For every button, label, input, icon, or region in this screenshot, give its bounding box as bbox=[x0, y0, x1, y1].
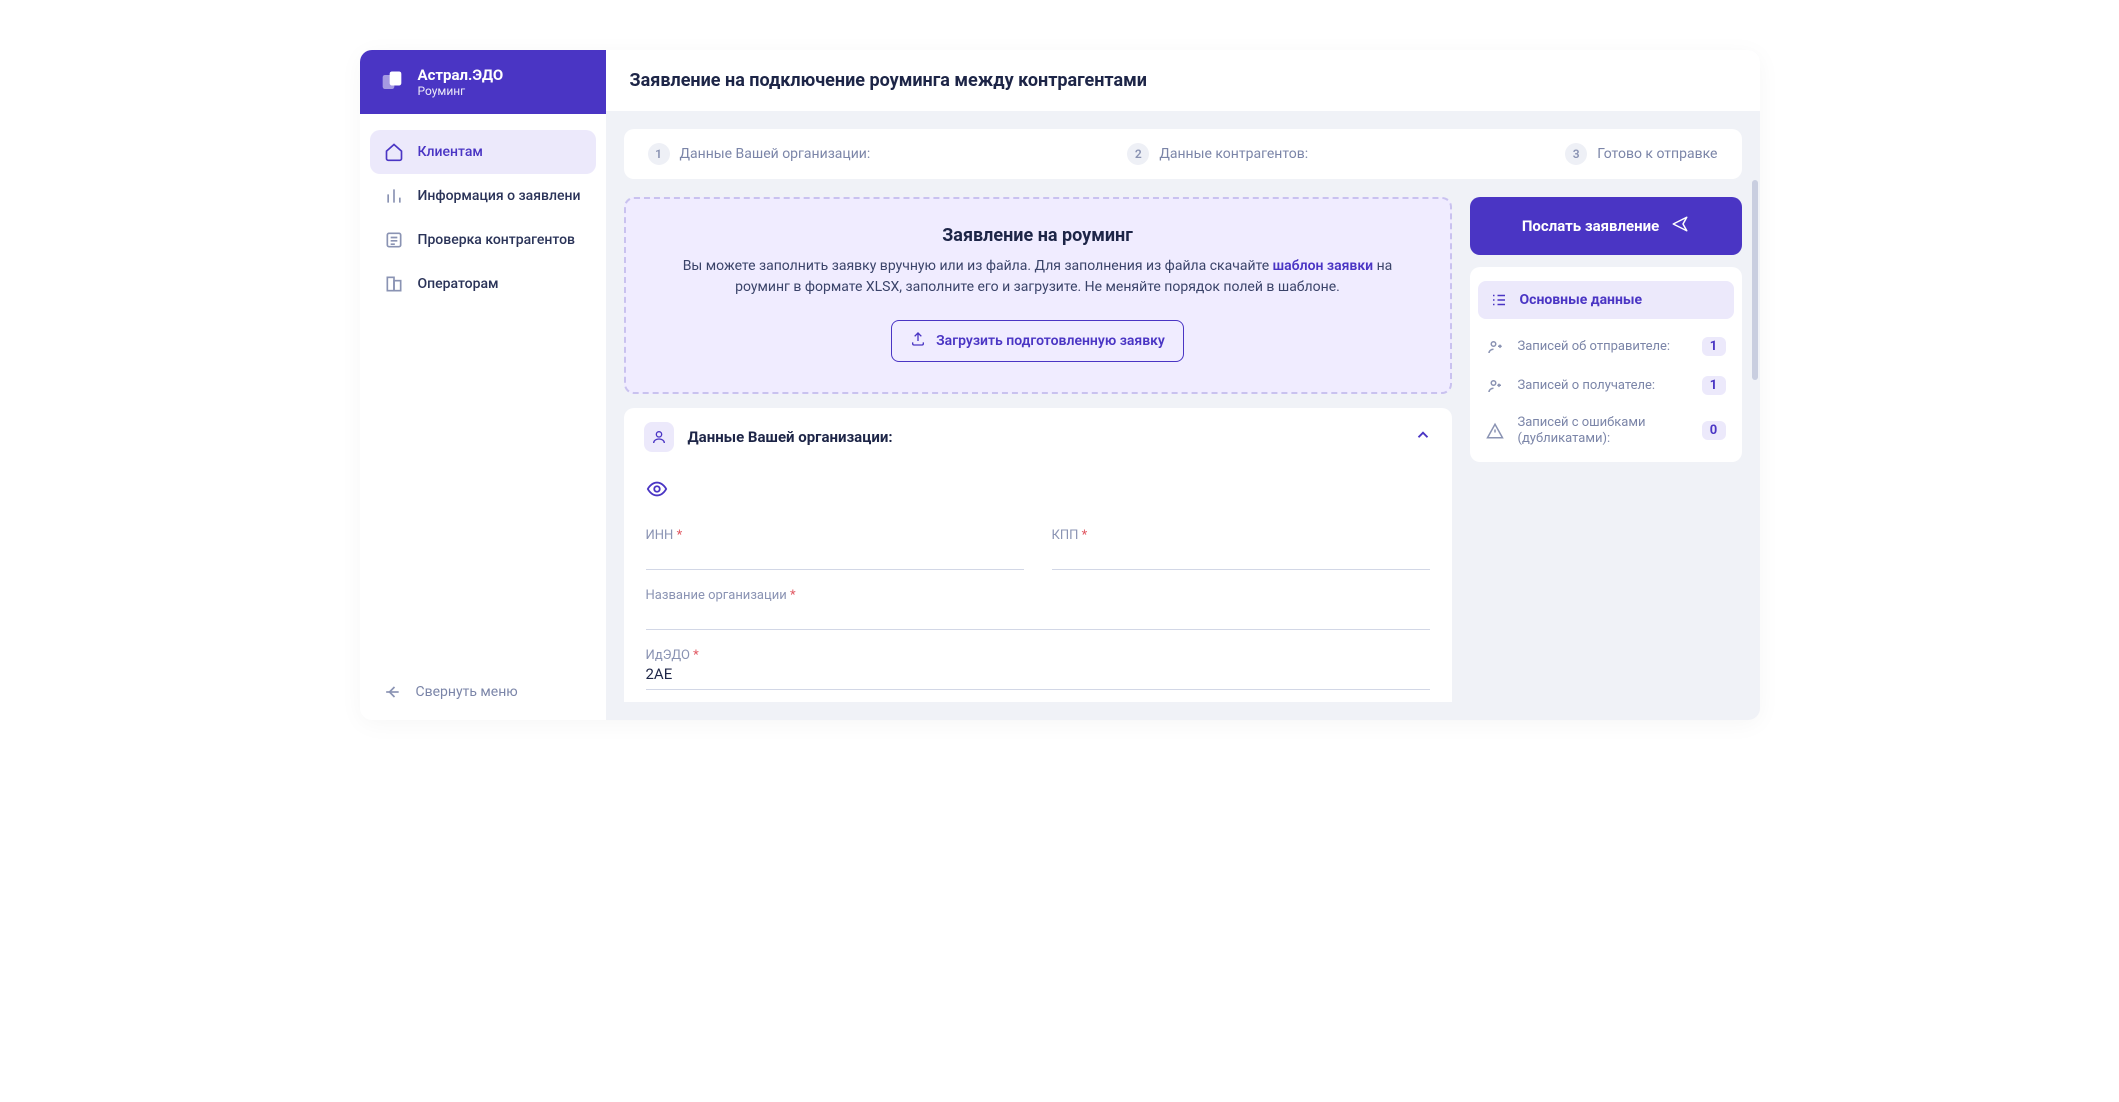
page-title: Заявление на подключение роуминга между … bbox=[606, 50, 1760, 111]
stat-label: Записей о получателе: bbox=[1518, 378, 1690, 394]
sidebar-item-label: Информация о заявлени bbox=[418, 188, 581, 204]
arrow-left-icon bbox=[382, 682, 402, 702]
orgname-input[interactable] bbox=[646, 603, 1430, 623]
roaming-info-box: Заявление на роуминг Вы можете заполнить… bbox=[624, 197, 1452, 394]
org-heading: Данные Вашей организации: bbox=[688, 428, 1400, 446]
person-out-icon bbox=[1486, 338, 1506, 356]
stat-row-sender: Записей об отправителе: 1 bbox=[1470, 327, 1742, 366]
list-icon bbox=[384, 230, 404, 250]
send-button[interactable]: Послать заявление bbox=[1470, 197, 1742, 255]
template-link[interactable]: шаблон заявки bbox=[1273, 258, 1374, 274]
inn-input[interactable] bbox=[646, 543, 1024, 563]
kpp-field[interactable]: КПП * bbox=[1052, 520, 1430, 570]
info-title: Заявление на роуминг bbox=[666, 225, 1410, 246]
person-icon bbox=[644, 422, 674, 452]
stat-label: Записей с ошибками (дубликатами): bbox=[1518, 415, 1690, 446]
upload-label: Загрузить подготовленную заявку bbox=[936, 333, 1165, 349]
brand-subtitle: Роуминг bbox=[418, 84, 504, 98]
stat-row-receiver: Записей о получателе: 1 bbox=[1470, 366, 1742, 405]
step-label: Готово к отправке bbox=[1597, 146, 1717, 162]
stats-title: Основные данные bbox=[1520, 292, 1643, 308]
stat-badge: 0 bbox=[1702, 421, 1726, 440]
stepper: 1 Данные Вашей организации: 2 Данные кон… bbox=[624, 129, 1742, 179]
step-label: Данные Вашей организации: bbox=[680, 146, 871, 162]
kpp-label: КПП * bbox=[1052, 528, 1430, 543]
sidebar-item-operators[interactable]: Операторам bbox=[370, 262, 596, 306]
sidebar: Астрал.ЭДО Роуминг Клиентам Информация о… bbox=[360, 50, 606, 720]
sidebar-item-label: Клиентам bbox=[418, 144, 483, 160]
org-section-header[interactable]: Данные Вашей организации: bbox=[624, 408, 1452, 466]
stats-card: Основные данные Записей об отправителе: … bbox=[1470, 267, 1742, 462]
brand-bar: Астрал.ЭДО Роуминг bbox=[360, 50, 606, 114]
info-text-a: Вы можете заполнить заявку вручную или и… bbox=[683, 258, 1273, 274]
home-icon bbox=[384, 142, 404, 162]
brand-title: Астрал.ЭДО bbox=[418, 66, 504, 84]
step-1: 1 Данные Вашей организации: bbox=[648, 143, 871, 165]
collapse-label: Свернуть меню bbox=[416, 684, 518, 700]
app-shell: Астрал.ЭДО Роуминг Клиентам Информация о… bbox=[360, 50, 1760, 720]
step-number: 1 bbox=[648, 143, 670, 165]
person-in-icon bbox=[1486, 377, 1506, 395]
sidebar-item-clients[interactable]: Клиентам bbox=[370, 130, 596, 174]
brand-logo-icon bbox=[378, 68, 406, 96]
sidebar-item-info[interactable]: Информация о заявлени bbox=[370, 174, 596, 218]
collapse-menu-button[interactable]: Свернуть меню bbox=[360, 664, 606, 720]
idedo-input[interactable] bbox=[646, 663, 1430, 683]
stat-row-errors: Записей с ошибками (дубликатами): 0 bbox=[1470, 405, 1742, 456]
sidebar-nav: Клиентам Информация о заявлени Проверка … bbox=[360, 114, 606, 664]
stat-badge: 1 bbox=[1702, 376, 1726, 395]
sidebar-item-check[interactable]: Проверка контрагентов bbox=[370, 218, 596, 262]
idedo-field[interactable]: ИдЭДО * bbox=[646, 640, 1430, 690]
building-icon bbox=[384, 274, 404, 294]
orgname-field[interactable]: Название организации * bbox=[646, 580, 1430, 630]
inn-field[interactable]: ИНН * bbox=[646, 520, 1024, 570]
send-label: Послать заявление bbox=[1522, 217, 1659, 235]
sidebar-item-label: Операторам bbox=[418, 276, 499, 292]
orgname-label: Название организации * bbox=[646, 588, 1430, 603]
eye-icon[interactable] bbox=[646, 478, 1430, 504]
step-3: 3 Готово к отправке bbox=[1565, 143, 1717, 165]
upload-button[interactable]: Загрузить подготовленную заявку bbox=[891, 320, 1184, 362]
send-icon bbox=[1671, 215, 1689, 237]
step-number: 3 bbox=[1565, 143, 1587, 165]
main: Заявление на подключение роуминга между … bbox=[606, 50, 1760, 720]
step-number: 2 bbox=[1127, 143, 1149, 165]
organization-section: Данные Вашей организации: ИНН * КПП * bbox=[624, 408, 1452, 702]
bars-icon bbox=[384, 186, 404, 206]
scrollbar-thumb[interactable] bbox=[1752, 180, 1758, 380]
chevron-up-icon bbox=[1414, 426, 1432, 448]
stat-label: Записей об отправителе: bbox=[1518, 339, 1690, 355]
idedo-label: ИдЭДО * bbox=[646, 648, 1430, 663]
warning-icon bbox=[1486, 422, 1506, 440]
stat-badge: 1 bbox=[1702, 337, 1726, 356]
step-2: 2 Данные контрагентов: bbox=[1127, 143, 1308, 165]
info-text: Вы можете заполнить заявку вручную или и… bbox=[666, 256, 1410, 298]
step-label: Данные контрагентов: bbox=[1159, 146, 1308, 162]
sidebar-item-label: Проверка контрагентов bbox=[418, 232, 575, 248]
inn-label: ИНН * bbox=[646, 528, 1024, 543]
kpp-input[interactable] bbox=[1052, 543, 1430, 563]
upload-icon bbox=[910, 331, 926, 351]
stats-header[interactable]: Основные данные bbox=[1478, 281, 1734, 319]
